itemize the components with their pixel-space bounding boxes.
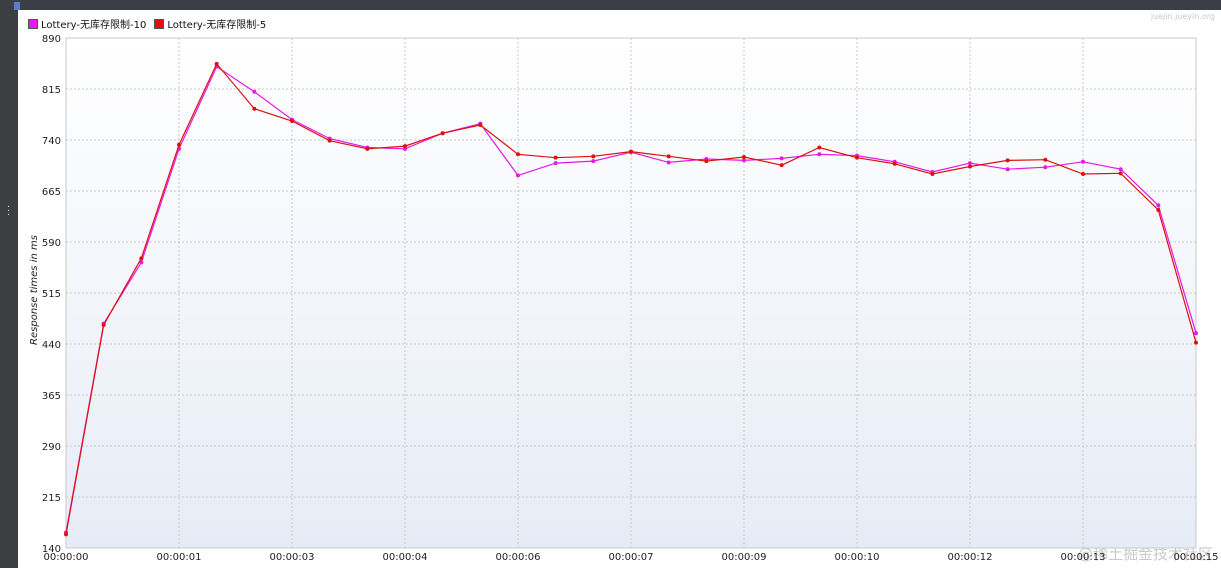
x-tick-label: 00:00:04 xyxy=(383,552,428,563)
data-point-series-2 xyxy=(968,164,972,169)
data-point-series-2 xyxy=(440,131,445,136)
data-point-series-1 xyxy=(1118,167,1123,172)
x-tick-label: 00:00:07 xyxy=(609,552,654,563)
data-point-series-1 xyxy=(252,89,257,94)
y-axis-label: Response times in ms xyxy=(29,235,40,345)
data-point-series-2 xyxy=(629,149,633,154)
y-tick-label: 740 xyxy=(42,136,61,147)
data-point-series-2 xyxy=(516,152,520,157)
data-point-series-2 xyxy=(1118,171,1123,176)
response-time-chart: 140215290365440515590665740815890 00:00:… xyxy=(29,34,1219,563)
y-tick-label: 590 xyxy=(42,238,61,249)
data-point-series-2 xyxy=(214,61,219,66)
data-point-series-2 xyxy=(1043,157,1048,162)
x-axis-ticks: 00:00:00 00:00:01 00:00:03 00:00:04 00:00:06… xyxy=(44,552,1219,563)
data-point-series-2 xyxy=(779,163,784,168)
y-tick-label: 290 xyxy=(42,442,61,453)
data-point-series-2 xyxy=(1194,340,1198,345)
data-point-series-1 xyxy=(666,160,671,165)
data-point-series-1 xyxy=(1194,331,1198,336)
data-point-series-2 xyxy=(1081,172,1085,176)
data-point-series-2 xyxy=(252,106,257,111)
data-point-series-1 xyxy=(553,161,558,166)
x-tick-label: 00:00:13 xyxy=(1061,552,1106,563)
data-point-series-2 xyxy=(177,142,181,147)
data-point-series-2 xyxy=(742,155,746,159)
data-point-series-2 xyxy=(855,155,859,160)
data-point-series-1 xyxy=(1156,203,1161,208)
data-point-series-2 xyxy=(666,154,671,159)
y-tick-label: 815 xyxy=(42,85,61,96)
data-point-series-2 xyxy=(817,145,822,150)
data-point-series-2 xyxy=(930,172,935,176)
data-point-series-2 xyxy=(101,322,106,327)
x-tick-label: 00:00:03 xyxy=(270,552,315,563)
x-tick-label: 00:00:15 xyxy=(1174,552,1219,563)
data-point-series-2 xyxy=(64,532,68,537)
y-tick-label: 890 xyxy=(42,34,61,45)
x-tick-label: 00:00:09 xyxy=(722,552,767,563)
y-tick-label: 440 xyxy=(42,340,61,351)
x-tick-label: 00:00:10 xyxy=(835,552,880,563)
y-tick-label: 665 xyxy=(42,187,61,198)
data-point-series-1 xyxy=(817,152,822,157)
data-point-series-1 xyxy=(1043,165,1048,170)
data-point-series-2 xyxy=(327,138,332,143)
data-point-series-1 xyxy=(516,173,520,178)
data-point-series-2 xyxy=(553,155,558,160)
data-point-series-1 xyxy=(968,161,972,166)
data-point-series-1 xyxy=(591,159,596,164)
data-point-series-2 xyxy=(365,146,370,151)
data-point-series-2 xyxy=(1156,208,1161,213)
y-axis-ticks: 140215290365440515590665740815890 xyxy=(42,34,61,555)
data-point-series-1 xyxy=(779,156,784,161)
data-point-series-2 xyxy=(892,161,897,166)
data-point-series-2 xyxy=(704,159,709,164)
data-point-series-1 xyxy=(1005,167,1010,172)
x-tick-label: 00:00:06 xyxy=(496,552,541,563)
data-point-series-2 xyxy=(478,123,483,128)
x-tick-label: 00:00:00 xyxy=(44,552,89,563)
data-point-series-2 xyxy=(591,154,596,159)
data-point-series-2 xyxy=(139,256,144,261)
y-tick-label: 215 xyxy=(42,493,61,504)
data-point-series-2 xyxy=(403,144,407,149)
data-point-series-2 xyxy=(290,118,294,123)
x-tick-label: 00:00:12 xyxy=(948,552,993,563)
y-tick-label: 365 xyxy=(42,391,61,402)
y-tick-label: 515 xyxy=(42,289,61,300)
data-point-series-1 xyxy=(1081,159,1085,164)
x-tick-label: 00:00:01 xyxy=(157,552,202,563)
data-point-series-2 xyxy=(1005,158,1010,163)
